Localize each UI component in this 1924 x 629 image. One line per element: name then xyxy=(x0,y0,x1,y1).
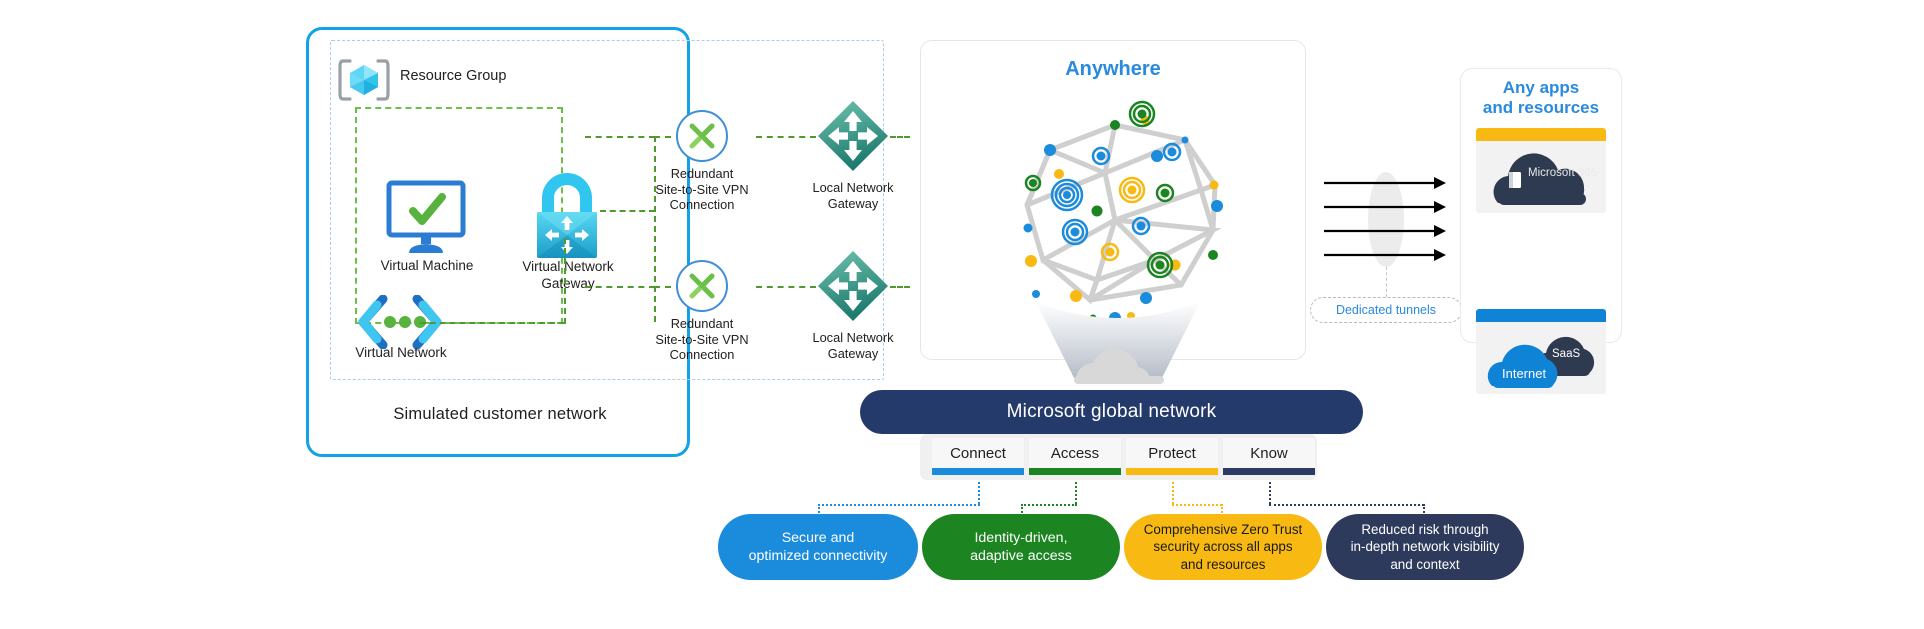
vpn-connection-2-label: Redundant Site-to-Site VPN Connection xyxy=(622,316,782,363)
vpn1-line2: Site-to-Site VPN xyxy=(655,181,749,197)
lng2-line1: Local Network xyxy=(812,330,894,345)
internet-accent-bar xyxy=(1476,309,1606,322)
connector-access-stem xyxy=(1075,482,1077,504)
vpn-connection-icon xyxy=(676,110,728,162)
dedicated-tunnels-arrows xyxy=(1322,175,1452,265)
benefit-know-line1: Reduced risk through xyxy=(1361,522,1489,538)
benefit-card-protect[interactable]: Comprehensive Zero Trust security across… xyxy=(1124,514,1322,580)
apps-title-line2: and resources xyxy=(1482,98,1600,118)
green-link-lng2-right xyxy=(890,286,910,288)
microsoft-365-accent-bar xyxy=(1476,128,1606,141)
internet-label: Internet xyxy=(1502,366,1547,381)
vng-label-line1: Virtual Network xyxy=(522,259,614,274)
tab-protect-underline xyxy=(1126,468,1218,475)
any-apps-and-resources-title: Any apps and resources xyxy=(1460,78,1622,119)
microsoft-365-label: Microsoft 365 xyxy=(1528,167,1598,179)
internet-saas-cloud-icon xyxy=(1487,336,1595,388)
tab-know[interactable]: Know xyxy=(1223,438,1315,475)
lng1-line1: Local Network xyxy=(812,180,894,195)
cloud-icon xyxy=(1030,300,1206,400)
apps-title-line1: Any apps xyxy=(1502,78,1580,97)
green-link-vpn2-left xyxy=(585,286,655,288)
virtual-network-label: Virtual Network xyxy=(355,345,447,360)
resource-group-label: Resource Group xyxy=(400,68,507,84)
benefit-connect-line2: optimized connectivity xyxy=(748,548,888,564)
microsoft-365-card[interactable]: Microsoft 365 xyxy=(1476,128,1606,213)
diagram-canvas: Simulated customer network Resource Grou… xyxy=(0,0,1924,629)
benefit-protect-line1: Comprehensive Zero Trust xyxy=(1143,522,1303,538)
virtual-network-gateway-icon xyxy=(533,172,601,260)
green-link-trunk xyxy=(654,136,656,322)
local-network-gateway-icon xyxy=(816,249,890,323)
tab-know-label: Know xyxy=(1250,444,1288,462)
local-network-gateway-1-label: Local Network Gateway xyxy=(778,180,928,211)
tab-access-label: Access xyxy=(1050,444,1100,462)
tab-connect-label: Connect xyxy=(950,444,1006,462)
microsoft-global-network-bar: Microsoft global network xyxy=(860,390,1363,434)
tab-protect[interactable]: Protect xyxy=(1126,438,1218,475)
internet-saas-card[interactable]: SaaS Internet xyxy=(1476,309,1606,394)
local-network-gateway-2-label: Local Network Gateway xyxy=(778,330,928,361)
benefit-know-line3: and context xyxy=(1390,556,1460,572)
green-link-vng-riser xyxy=(564,238,566,324)
lng2-line2: Gateway xyxy=(827,345,879,361)
lng1-line2: Gateway xyxy=(827,195,879,211)
benefit-card-connect[interactable]: Secure and optimized connectivity xyxy=(718,514,918,580)
vpn-connection-1-label: Redundant Site-to-Site VPN Connection xyxy=(622,166,782,213)
benefit-protect-line2: security across all apps xyxy=(1153,539,1293,555)
benefit-protect-line3: and resources xyxy=(1180,556,1266,572)
tab-connect-underline xyxy=(932,468,1024,475)
dedicated-tunnels-label: Dedicated tunnels xyxy=(1310,297,1462,323)
local-network-gateway-icon xyxy=(816,99,890,173)
green-link-vpn1-left xyxy=(585,136,655,138)
vpn2-line2: Site-to-Site VPN xyxy=(655,331,749,347)
connector-know-run xyxy=(1269,504,1424,506)
anywhere-title: Anywhere xyxy=(1065,58,1161,80)
virtual-machine-label: Virtual Machine xyxy=(380,258,474,273)
vpn2-line1: Redundant xyxy=(670,316,734,331)
green-link-vn-to-vng xyxy=(420,322,565,324)
benefit-know-line2: in-depth network visibility xyxy=(1350,539,1500,555)
vpn1-line1: Redundant xyxy=(670,166,734,181)
connector-know-stem xyxy=(1269,482,1271,504)
benefit-card-access[interactable]: Identity-driven, adaptive access xyxy=(922,514,1120,580)
vpn2-line3: Connection xyxy=(669,347,735,363)
tab-access-underline xyxy=(1029,468,1121,475)
green-link-lng1-right xyxy=(890,136,910,138)
connector-connect-run xyxy=(818,504,980,506)
green-link-vpn1-to-lng1 xyxy=(756,136,816,138)
connector-protect-stem xyxy=(1172,482,1174,504)
green-link-vpn2-to-lng2 xyxy=(756,286,816,288)
global-network-globe-icon xyxy=(985,95,1245,325)
connector-connect-stem xyxy=(978,482,980,504)
virtual-machine-icon xyxy=(385,175,467,257)
benefit-access-line1: Identity-driven, xyxy=(974,529,1068,546)
benefit-connect-line1: Secure and xyxy=(781,529,855,546)
microsoft-global-network-label: Microsoft global network xyxy=(1006,401,1217,422)
resource-group-icon xyxy=(338,57,390,103)
connector-access-run xyxy=(1021,504,1077,506)
dedicated-tunnels-stem xyxy=(1386,267,1387,297)
tab-access[interactable]: Access xyxy=(1029,438,1121,475)
benefit-card-know[interactable]: Reduced risk through in-depth network vi… xyxy=(1326,514,1524,580)
tab-protect-label: Protect xyxy=(1148,444,1196,462)
saas-label: SaaS xyxy=(1552,348,1581,360)
benefit-access-line2: adaptive access xyxy=(970,548,1072,564)
simulated-customer-network-label: Simulated customer network xyxy=(393,405,607,423)
tab-know-underline xyxy=(1223,468,1315,475)
vpn-connection-icon xyxy=(676,260,728,312)
connector-protect-run xyxy=(1172,504,1222,506)
vng-label-line2: Gateway xyxy=(541,275,595,291)
vpn1-line3: Connection xyxy=(669,197,735,213)
tab-connect[interactable]: Connect xyxy=(932,438,1024,475)
